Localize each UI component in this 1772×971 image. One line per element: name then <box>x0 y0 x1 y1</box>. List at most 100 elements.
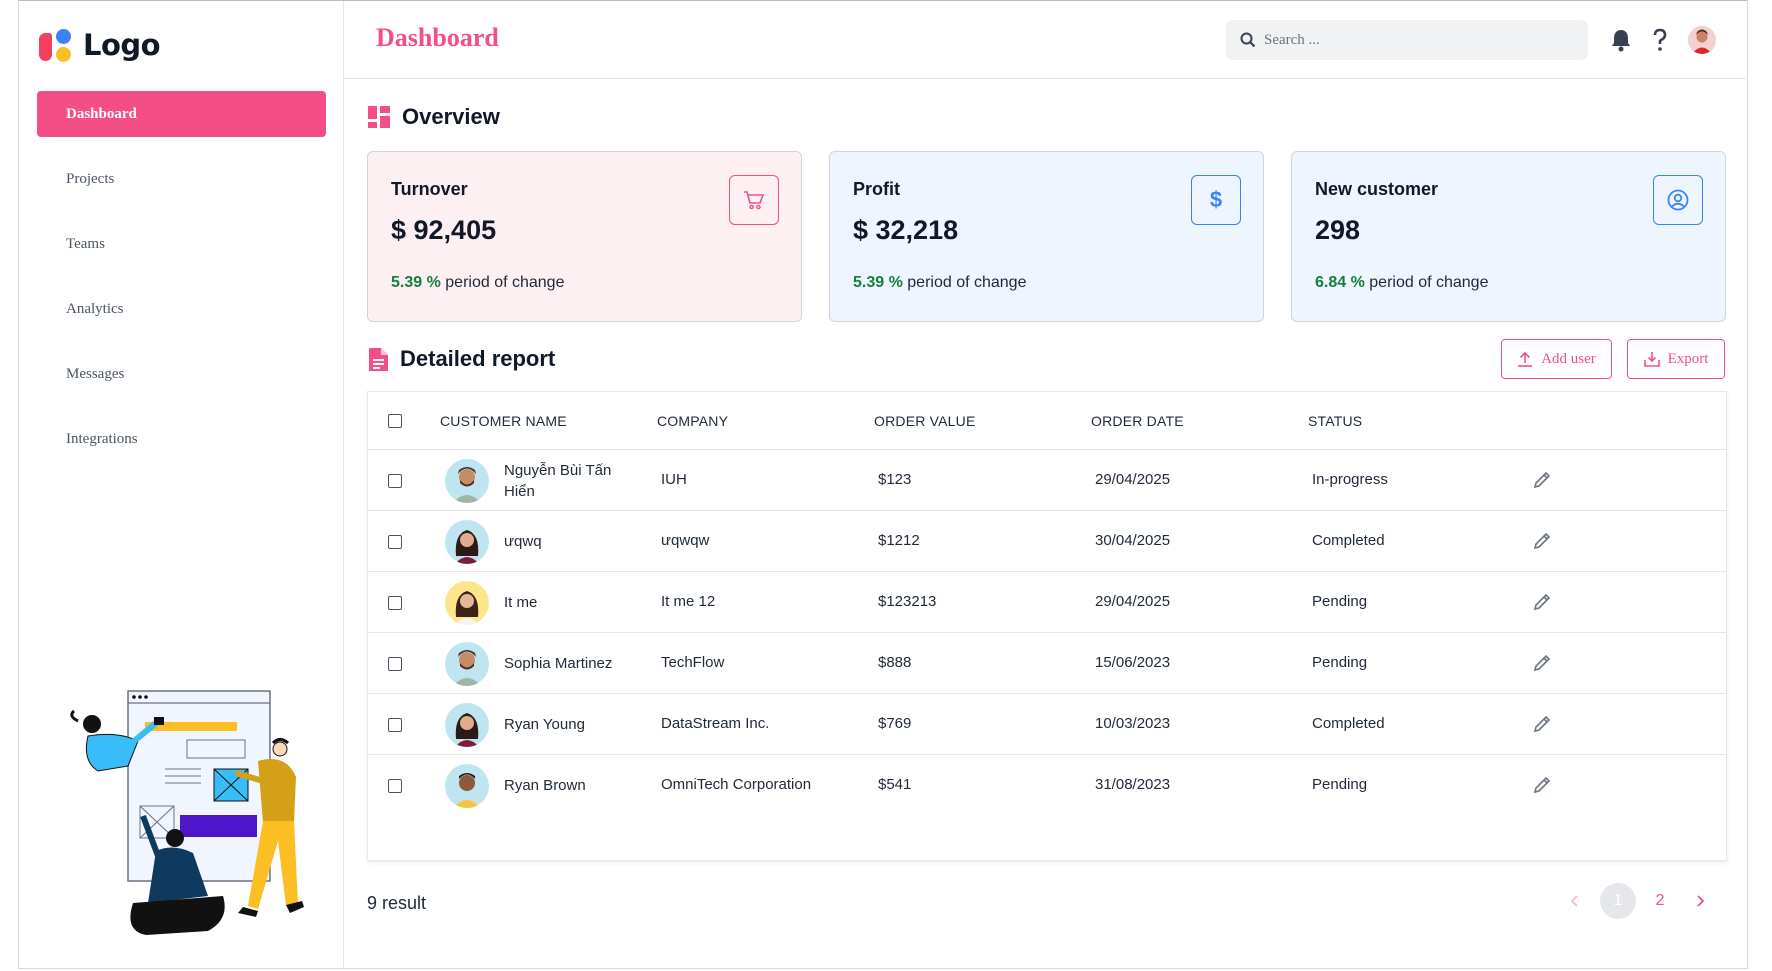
sidebar-nav: Dashboard Projects Teams Analytics Messa… <box>37 91 326 481</box>
card-label: New customer <box>1315 179 1439 199</box>
column-header[interactable]: STATUS <box>1308 413 1362 429</box>
company-cell: IUH <box>661 471 687 488</box>
overview-cards: Turnover $ 92,405 5.39 % period of chang… <box>367 151 1727 322</box>
next-page-button[interactable] <box>1686 883 1714 919</box>
row-checkbox[interactable] <box>388 535 402 549</box>
row-checkbox[interactable] <box>388 657 402 671</box>
customer-avatar <box>445 642 489 686</box>
chevron-left-icon <box>1570 895 1578 907</box>
card-label: Profit <box>853 179 900 199</box>
order-date-cell: 31/08/2023 <box>1095 776 1171 793</box>
chevron-right-icon <box>1697 895 1705 907</box>
edit-icon[interactable] <box>1532 470 1554 492</box>
row-checkbox[interactable] <box>388 474 402 488</box>
column-header[interactable]: ORDER DATE <box>1091 413 1184 429</box>
team-illustration <box>70 690 304 935</box>
edit-icon[interactable] <box>1532 775 1554 797</box>
user-avatar[interactable] <box>1688 26 1716 54</box>
status-cell: Pending <box>1312 593 1368 610</box>
edit-icon[interactable] <box>1532 653 1554 675</box>
customer-avatar <box>445 459 489 503</box>
row-checkbox[interactable] <box>388 596 402 610</box>
customer-avatar <box>445 520 489 564</box>
export-icon <box>1643 352 1660 367</box>
logo-mark-icon <box>39 27 75 63</box>
help-icon[interactable] <box>1647 27 1673 53</box>
change-text: period of change <box>907 274 1027 291</box>
add-user-button[interactable]: Add user <box>1501 339 1612 379</box>
bell-icon[interactable] <box>1608 27 1634 53</box>
table-row[interactable]: It me It me 12 $123213 29/04/2025 Pending <box>368 572 1726 633</box>
edit-icon[interactable] <box>1532 714 1554 736</box>
company-cell: DataStream Inc. <box>661 715 770 732</box>
export-label: Export <box>1667 350 1709 367</box>
sidebar-item-messages[interactable]: Messages <box>37 351 326 397</box>
page-title: Dashboard <box>376 23 499 52</box>
change-percent: 6.84 % <box>1315 274 1365 291</box>
order-value-cell: $541 <box>878 776 912 793</box>
search-icon <box>1240 32 1256 48</box>
overview-heading: Overview <box>368 104 500 130</box>
order-value-cell: $888 <box>878 654 912 671</box>
overview-title: Overview <box>402 104 500 129</box>
sidebar-item-teams[interactable]: Teams <box>37 221 326 267</box>
sidebar-item-integrations[interactable]: Integrations <box>37 416 326 462</box>
status-cell: Pending <box>1312 776 1368 793</box>
row-checkbox[interactable] <box>388 718 402 732</box>
top-header: Dashboard <box>344 1 1748 79</box>
order-value-cell: $123213 <box>878 593 937 610</box>
dashboard-grid-icon <box>368 106 390 128</box>
order-date-cell: 30/04/2025 <box>1095 532 1171 549</box>
prev-page-button[interactable] <box>1561 883 1589 919</box>
order-date-cell: 15/06/2023 <box>1095 654 1171 671</box>
table-row[interactable]: Nguyễn Bùi Tấn Hiển IUH $123 29/04/2025 In-p… <box>368 450 1726 511</box>
card-value: 298 <box>1315 215 1361 245</box>
profit-card: Profit $ 32,218 5.39 % period of change … <box>829 151 1264 322</box>
status-cell: In-progress <box>1312 471 1388 488</box>
edit-icon[interactable] <box>1532 531 1554 553</box>
change-text: period of change <box>1369 274 1489 291</box>
change-text: period of change <box>445 274 565 291</box>
column-header[interactable]: COMPANY <box>657 413 728 429</box>
column-header[interactable]: ORDER VALUE <box>874 413 976 429</box>
table-row[interactable]: Sophia Martinez TechFlow $888 15/06/2023 Pen… <box>368 633 1726 694</box>
sidebar-item-dashboard[interactable]: Dashboard <box>37 91 326 137</box>
search-input[interactable] <box>1264 31 1564 49</box>
sidebar-item-projects[interactable]: Projects <box>37 156 326 202</box>
row-checkbox[interactable] <box>388 779 402 793</box>
column-header[interactable]: CUSTOMER NAME <box>440 413 567 429</box>
sidebar-item-analytics[interactable]: Analytics <box>37 286 326 332</box>
cart-icon <box>729 175 779 225</box>
table-row[interactable]: Ryan Brown OmniTech Corporation $541 31/08/… <box>368 755 1726 816</box>
customer-name: Nguyễn Bùi Tấn Hiển <box>504 462 612 500</box>
customer-avatar <box>445 764 489 808</box>
result-count: 9 result <box>367 893 427 913</box>
table-row[interactable]: ưqwq ưqwqw $1212 30/04/2025 Completed <box>368 511 1726 572</box>
card-value: $ 32,218 <box>853 215 959 245</box>
customer-avatar <box>445 703 489 747</box>
order-date-cell: 29/04/2025 <box>1095 471 1171 488</box>
table-row[interactable]: Ryan Young DataStream Inc. $769 10/03/2023 C… <box>368 694 1726 755</box>
sidebar: Logo Dashboard Projects Teams Analytics … <box>18 1 344 969</box>
add-user-label: Add user <box>1541 350 1596 367</box>
edit-icon[interactable] <box>1532 592 1554 614</box>
customer-avatar <box>445 581 489 625</box>
company-cell: OmniTech Corporation <box>661 776 812 793</box>
user-circle-icon <box>1653 175 1703 225</box>
order-value-cell: $123 <box>878 471 912 488</box>
dollar-icon: $ <box>1191 175 1241 225</box>
page-2-button[interactable]: 2 <box>1644 883 1676 919</box>
customer-name: ưqwq <box>504 533 542 550</box>
page-1-button[interactable]: 1 <box>1600 883 1636 919</box>
change-percent: 5.39 % <box>391 274 441 291</box>
export-button[interactable]: Export <box>1627 339 1725 379</box>
search-bar[interactable] <box>1226 20 1588 60</box>
company-cell: It me 12 <box>661 593 716 610</box>
customer-name: Ryan Young <box>504 716 585 733</box>
logo[interactable]: Logo <box>39 27 161 63</box>
select-all-checkbox[interactable] <box>388 414 402 428</box>
order-date-cell: 29/04/2025 <box>1095 593 1171 610</box>
logo-text: Logo <box>83 28 161 62</box>
card-change: 5.39 % period of change <box>853 274 1026 292</box>
order-date-cell: 10/03/2023 <box>1095 715 1171 732</box>
